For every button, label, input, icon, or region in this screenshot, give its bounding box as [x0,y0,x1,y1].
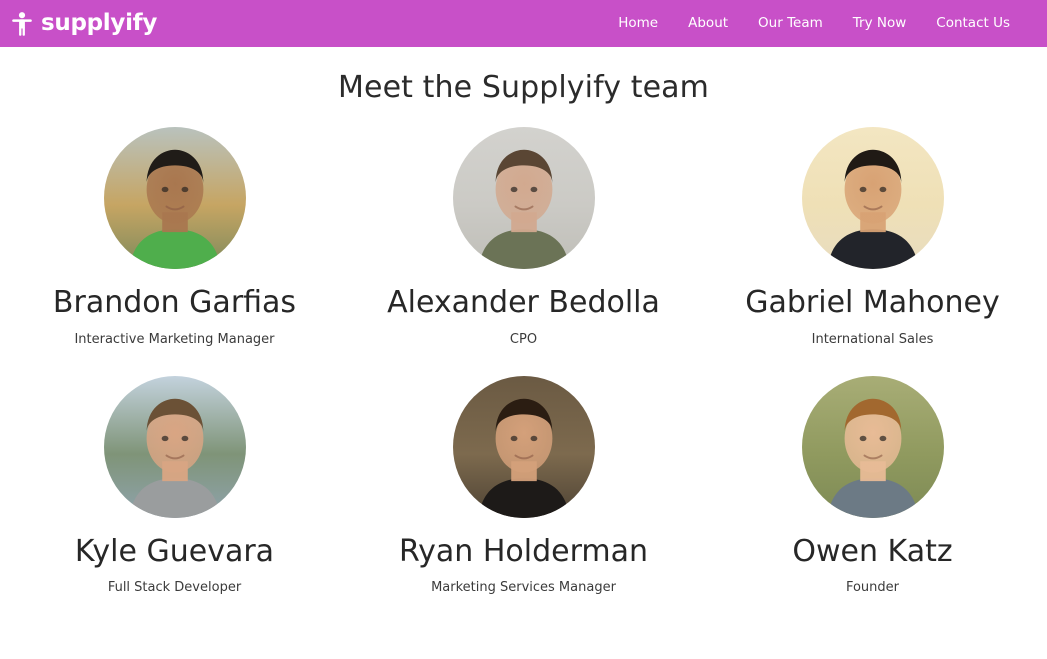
nav-link-try-now[interactable]: Try Now [838,11,922,37]
member-role: Marketing Services Manager [431,580,616,595]
nav-link-home[interactable]: Home [603,11,673,37]
member-role: Founder [845,580,900,595]
brand-logo[interactable]: supplyify [12,12,157,36]
avatar[interactable] [801,375,944,518]
avatar[interactable] [452,375,595,518]
nav-links: Home About Our Team Try Now Contact Us [603,11,1025,37]
brand-label: supplyify [41,10,158,36]
team-member: Kyle Guevara Full Stack Developer [0,375,349,595]
member-name: Gabriel Mahoney [745,285,1000,320]
page-title: Meet the Supplyify team [338,70,709,105]
avatar[interactable] [103,127,246,269]
nav-link-our-team[interactable]: Our Team [743,11,838,37]
member-name: Alexander Bedolla [387,285,660,320]
avatar[interactable] [452,127,595,269]
nav-link-about[interactable]: About [673,11,743,37]
team-grid: Brandon Garfias Interactive Marketing Ma… [0,127,1047,594]
member-role: CPO [509,331,538,347]
member-role: International Sales [811,331,934,347]
child-icon [12,11,32,36]
avatar[interactable] [801,127,944,269]
member-role: Interactive Marketing Manager [74,331,275,347]
team-member: Owen Katz Founder [698,375,1047,595]
member-role: Full Stack Developer [107,580,242,595]
team-member: Gabriel Mahoney International Sales [698,127,1047,346]
team-member: Ryan Holderman Marketing Services Manage… [349,375,698,595]
member-name: Kyle Guevara [74,533,275,569]
navbar: supplyify Home About Our Team Try Now Co… [0,0,1047,47]
team-member: Brandon Garfias Interactive Marketing Ma… [0,127,349,346]
member-name: Owen Katz [792,533,953,569]
avatar[interactable] [103,375,246,518]
team-member: Alexander Bedolla CPO [349,127,698,346]
nav-link-contact-us[interactable]: Contact Us [921,11,1025,37]
member-name: Brandon Garfias [52,285,297,320]
member-name: Ryan Holderman [398,533,649,569]
